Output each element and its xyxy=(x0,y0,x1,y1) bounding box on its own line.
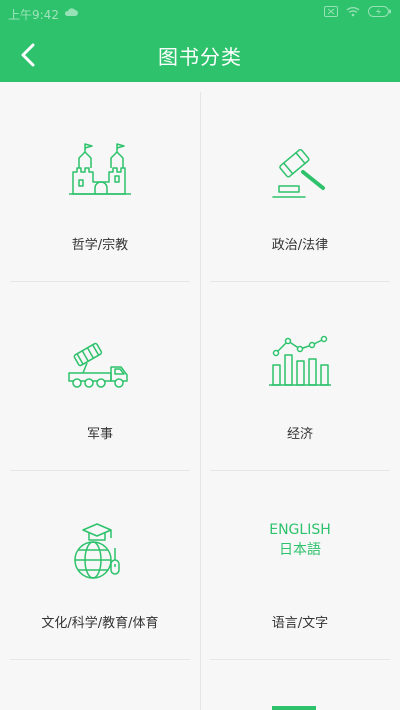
globe-graduation-icon xyxy=(74,523,120,579)
category-philosophy-religion[interactable]: 哲学/宗教 xyxy=(5,92,195,281)
castle-icon xyxy=(69,143,131,195)
category-economy[interactable]: 经济 xyxy=(205,281,395,470)
category-label: 语言/文字 xyxy=(271,616,329,631)
partial-next-icon xyxy=(272,706,316,710)
status-bar: 上午9:42 xyxy=(0,0,400,28)
grid-divider xyxy=(210,659,390,660)
category-culture-science-education-sports[interactable]: 文化/科学/教育/体育 xyxy=(5,470,195,659)
language-text-icon: ENGLISH 日本語 xyxy=(205,520,395,560)
bar-line-chart-icon xyxy=(269,335,331,386)
category-grid: 哲学/宗教 政治/法律 军事 经济 文化/科学/教育/体育 ENGLISH 日本… xyxy=(0,82,400,710)
cloud-icon xyxy=(64,8,78,16)
category-label: 政治/法律 xyxy=(271,238,329,253)
category-label: 哲学/宗教 xyxy=(71,238,129,253)
category-label: 军事 xyxy=(86,427,113,442)
category-military[interactable]: 军事 xyxy=(5,281,195,470)
sim-slot-icon xyxy=(324,6,338,17)
page-title: 图书分类 xyxy=(158,45,242,69)
grid-divider xyxy=(200,92,201,710)
language-icon-text-english: ENGLISH xyxy=(269,522,331,538)
gavel-icon xyxy=(272,148,325,198)
app-header: 上午9:42 图书分类 xyxy=(0,0,400,82)
grid-divider xyxy=(10,659,190,660)
status-time: 上午9:42 xyxy=(8,8,59,22)
category-label: 经济 xyxy=(286,427,313,442)
battery-icon xyxy=(368,6,391,17)
category-language-writing[interactable]: ENGLISH 日本語 语言/文字 xyxy=(205,470,395,659)
category-politics-law[interactable]: 政治/法律 xyxy=(205,92,395,281)
category-label: 文化/科学/教育/体育 xyxy=(41,616,159,631)
missile-truck-icon xyxy=(68,342,128,388)
wifi-icon xyxy=(346,7,360,17)
language-icon-text-japanese: 日本語 xyxy=(279,542,321,558)
